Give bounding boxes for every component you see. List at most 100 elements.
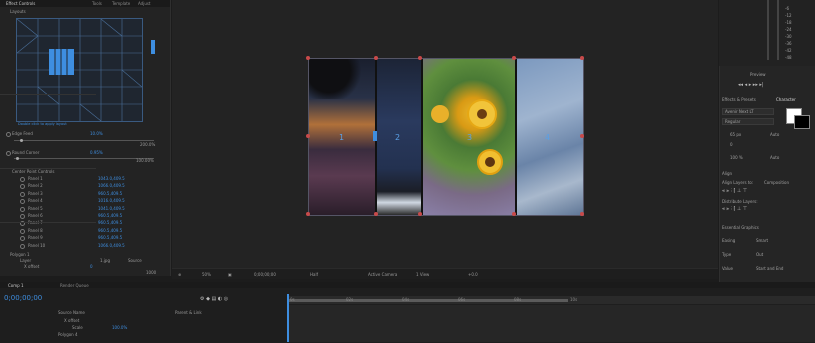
stopwatch-icon[interactable] <box>20 214 25 219</box>
align-to-dropdown[interactable]: Composition <box>764 180 789 185</box>
panel-center-row: Panel 5 1041.0,409.5 <box>6 206 166 212</box>
panel-center-value[interactable]: 1066.0,409.5 <box>98 243 125 248</box>
source-label[interactable]: Source <box>128 258 142 263</box>
effects-presets-title[interactable]: Effects & Presets <box>722 97 756 102</box>
audio-meter-label: -36 <box>785 41 792 46</box>
transform-handle[interactable] <box>306 212 310 216</box>
leading-value[interactable]: Auto <box>770 132 779 137</box>
transform-handle[interactable] <box>580 56 584 60</box>
distribute-buttons-icon[interactable]: ⫷ ⫸ ⫶ ⫿ ⊥ ⊤ <box>722 206 747 212</box>
track-area[interactable] <box>288 305 815 342</box>
font-style-dropdown[interactable]: Regular <box>722 118 774 125</box>
transform-handle[interactable] <box>306 56 310 60</box>
panel-center-value[interactable]: 960.5,409.5 <box>98 228 122 233</box>
sunflower-1 <box>467 99 497 129</box>
tab-comp[interactable]: Comp 1 <box>8 283 24 288</box>
transform-handle[interactable] <box>512 56 516 60</box>
panel-center-value[interactable]: 960.5,409.5 <box>98 213 122 218</box>
sunflower-2 <box>477 149 503 175</box>
transform-handle[interactable] <box>374 56 378 60</box>
stopwatch-icon[interactable] <box>20 228 25 234</box>
ruler-tick-label: 04s <box>402 297 410 302</box>
auto-dropdown[interactable]: Auto <box>770 155 779 160</box>
font-family-dropdown[interactable]: Avenir Next LT <box>722 108 774 115</box>
audio-meter-label: -12 <box>785 13 792 18</box>
polygon-label[interactable]: Polygon 1 <box>10 252 30 257</box>
layer-value[interactable]: 1.jpg <box>100 258 110 263</box>
timeline-switches-icon[interactable]: ⚙ ◆ ▤ ◐ ◎ <box>200 296 228 302</box>
layouts-section-title[interactable]: Layouts <box>10 9 26 14</box>
preview-panel-title[interactable]: Preview <box>750 72 766 77</box>
stopwatch-icon[interactable] <box>20 191 25 197</box>
viewer-toolbar: ⊕ 50% ▣ 0;00;00;00 Half Active Camera 1 … <box>172 268 718 279</box>
tl-row-scale-value[interactable]: 100.0% <box>112 325 127 330</box>
round-corner-slider[interactable] <box>14 158 154 159</box>
stopwatch-icon[interactable] <box>6 151 11 156</box>
align-panel-title[interactable]: Align <box>722 171 732 176</box>
column-source-name[interactable]: Source Name <box>58 310 85 315</box>
edge-feed-slider-knob[interactable] <box>20 139 23 142</box>
panel-center-value[interactable]: 960.5,409.5 <box>98 220 122 225</box>
playback-controls-icon[interactable]: ◂◂ ◂ ▸ ▸▸ ▸| <box>738 82 764 88</box>
stopwatch-icon[interactable] <box>6 132 11 137</box>
layout-preview-grid[interactable] <box>16 18 143 122</box>
panel-center-value[interactable]: 1066.0,409.5 <box>98 183 125 188</box>
tab-effect-controls[interactable]: Effect Controls <box>6 1 35 6</box>
scale-value[interactable]: 100 % <box>730 155 743 160</box>
snapshot-icon[interactable]: ▣ <box>228 272 232 277</box>
column-parent[interactable]: Parent & Link <box>175 310 202 315</box>
transform-handle[interactable] <box>580 134 584 138</box>
character-tab[interactable]: Character <box>776 97 796 102</box>
work-area-bar[interactable] <box>288 299 568 302</box>
transform-handle[interactable] <box>418 56 422 60</box>
views-dropdown[interactable]: 1 View <box>416 272 429 277</box>
transform-handle[interactable] <box>306 134 310 138</box>
tab-tools[interactable]: Tools <box>92 1 102 6</box>
stroke-color-swatch[interactable] <box>794 115 810 129</box>
transform-handle[interactable] <box>580 212 584 216</box>
edge-feed-slider[interactable] <box>14 140 154 141</box>
tl-row-scale[interactable]: Scale <box>72 325 83 330</box>
panel-center-value[interactable]: 960.5,409.5 <box>98 191 122 196</box>
zoom-level[interactable]: 50% <box>202 272 211 277</box>
composition-frame[interactable]: 1 2 3 4 <box>308 58 584 216</box>
panel-edge-handle[interactable] <box>373 131 377 141</box>
stopwatch-icon[interactable] <box>20 177 25 182</box>
transform-handle[interactable] <box>374 212 378 216</box>
resolution-dropdown[interactable]: Half <box>310 272 318 277</box>
essential-graphics-title[interactable]: Essential Graphics <box>722 225 759 230</box>
x-offset-max: 1000 <box>146 270 157 275</box>
panel-center-value[interactable]: 960.5,409.5 <box>98 235 122 240</box>
round-corner-slider-knob[interactable] <box>16 157 19 160</box>
viewer-timecode[interactable]: 0;00;00;00 <box>254 272 276 277</box>
type-dropdown[interactable]: Out <box>756 252 763 257</box>
font-size-value[interactable]: 65 px <box>730 132 741 137</box>
playhead[interactable] <box>287 294 289 342</box>
tl-row-polygon[interactable]: Polygon 4 <box>58 332 78 337</box>
preview-scrollbar[interactable] <box>151 40 155 54</box>
align-buttons-icon[interactable]: ⫷ ⫸ ⫶ ⫿ ⊥ ⊤ <box>722 188 747 194</box>
panel-center-value[interactable]: 1016.0,409.5 <box>98 198 125 203</box>
timeline-timecode[interactable]: 0;00;00;00 <box>4 294 42 302</box>
center-point-controls-row[interactable]: Center Point Controls <box>6 169 166 174</box>
edge-feed-value[interactable]: 10.0% <box>90 131 103 136</box>
tab-adjust[interactable]: Adjust <box>138 1 151 6</box>
tab-template[interactable]: Template <box>112 1 130 6</box>
panel-center-value[interactable]: 1041.0,409.5 <box>98 206 125 211</box>
transform-handle[interactable] <box>512 212 516 216</box>
transform-handle[interactable] <box>418 212 422 216</box>
tl-row-x-offset[interactable]: X offset <box>64 318 79 323</box>
stopwatch-icon[interactable] <box>20 243 25 249</box>
magnifier-icon[interactable]: ⊕ <box>178 272 181 277</box>
tree-silhouette <box>309 59 375 99</box>
stopwatch-icon[interactable] <box>20 206 25 212</box>
panel-center-value[interactable]: 1043.0,409.5 <box>98 176 125 181</box>
x-offset-value[interactable]: 0 <box>90 264 93 269</box>
value-dropdown[interactable]: Start and End <box>756 266 783 271</box>
tracking-value[interactable]: 0 <box>730 142 733 147</box>
easing-dropdown[interactable]: Smart <box>756 238 768 243</box>
tab-render-queue[interactable]: Render Queue <box>60 283 89 288</box>
exposure-value[interactable]: +0.0 <box>468 272 478 277</box>
round-corner-value[interactable]: 0.95% <box>90 150 103 155</box>
camera-dropdown[interactable]: Active Camera <box>368 272 397 277</box>
